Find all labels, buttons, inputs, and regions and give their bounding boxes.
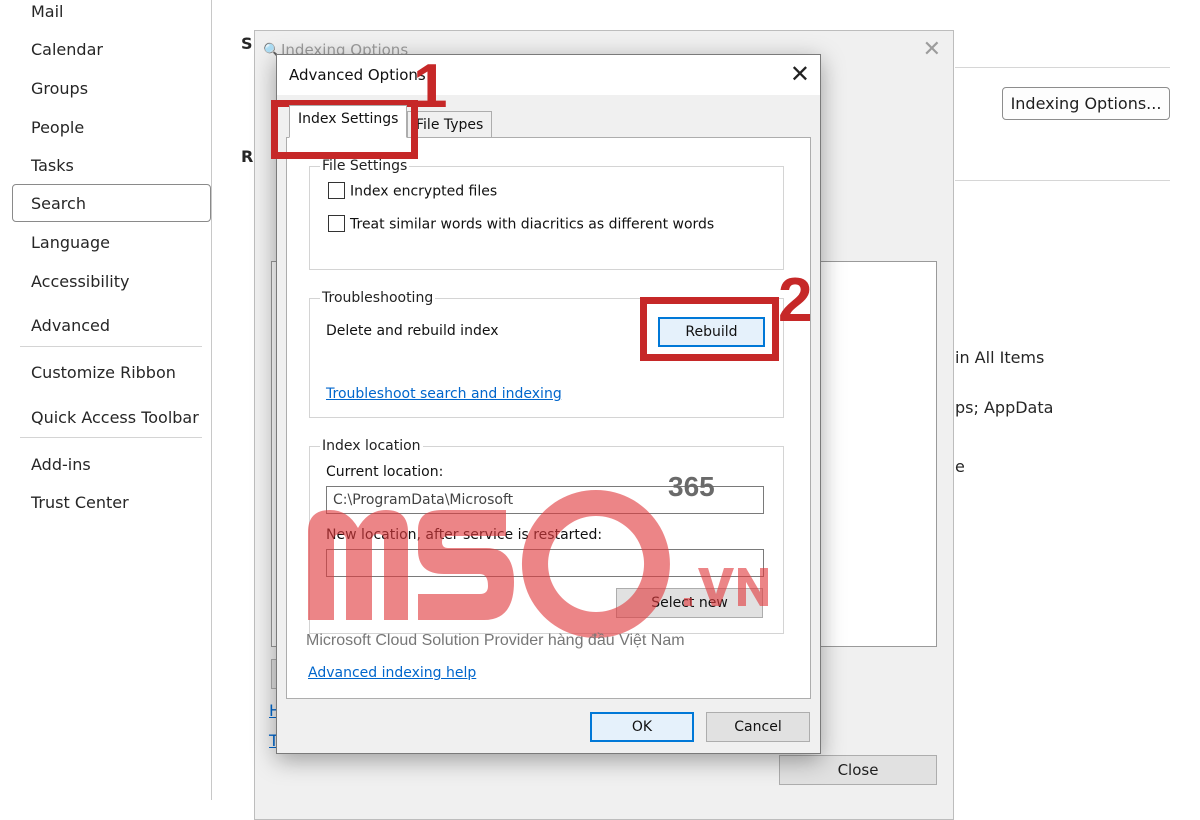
checkbox[interactable] xyxy=(328,182,345,199)
select-new-button[interactable]: Select new xyxy=(616,588,763,618)
group-label: Troubleshooting xyxy=(320,289,436,307)
sidebar-divider xyxy=(20,437,202,438)
current-location-field: C:\ProgramData\Microsoft xyxy=(326,486,764,514)
sidebar-item-groups[interactable]: Groups xyxy=(12,69,211,107)
chevron-icon: › xyxy=(250,0,256,5)
sidebar-item-search[interactable]: Search xyxy=(12,184,211,222)
sidebar-item-customize-ribbon[interactable]: Customize Ribbon xyxy=(12,353,211,391)
group-label: Index location xyxy=(320,437,423,455)
sidebar-item-calendar[interactable]: Calendar xyxy=(12,30,211,68)
cancel-button[interactable]: Cancel xyxy=(706,712,810,742)
section-divider xyxy=(955,67,1170,68)
status-text: e xyxy=(955,457,965,476)
options-sidebar: Mail Calendar Groups People Tasks Search… xyxy=(0,0,212,800)
include-results-text: in All Items xyxy=(955,348,1045,367)
advanced-indexing-help-link[interactable]: Advanced indexing help xyxy=(308,665,476,681)
new-location-field xyxy=(326,549,764,577)
ok-button[interactable]: OK xyxy=(590,712,694,742)
close-icon[interactable]: ✕ xyxy=(923,37,941,62)
close-icon[interactable]: ✕ xyxy=(790,59,810,89)
checkbox[interactable] xyxy=(328,215,345,232)
close-button[interactable]: Close xyxy=(779,755,937,785)
sidebar-item-mail[interactable]: Mail xyxy=(12,0,211,30)
tab-index-settings[interactable]: Index Settings xyxy=(289,105,408,138)
checkbox-label: Index encrypted files xyxy=(350,183,498,200)
sidebar-item-advanced[interactable]: Advanced xyxy=(12,306,211,344)
sidebar-item-language[interactable]: Language xyxy=(12,223,211,261)
dialog-title: Advanced Options xyxy=(289,66,426,84)
sidebar-item-accessibility[interactable]: Accessibility xyxy=(12,262,211,300)
section-divider xyxy=(955,180,1170,181)
group-label: File Settings xyxy=(320,157,410,175)
new-location-label: New location, after service is restarted… xyxy=(326,527,603,543)
index-settings-panel: File Settings Index encrypted files Trea… xyxy=(286,137,811,699)
highlight-box-rebuild xyxy=(640,297,779,361)
troubleshoot-search-link[interactable]: Troubleshoot search and indexing xyxy=(326,386,562,402)
watermark-tagline: Microsoft Cloud Solution Provider hàng đ… xyxy=(306,632,685,649)
index-encrypted-row[interactable]: Index encrypted files xyxy=(328,182,498,200)
title-bar: Advanced Options ✕ xyxy=(277,55,820,95)
step-number-1: 1 xyxy=(413,52,448,121)
section-heading-results: R xyxy=(241,147,254,166)
index-location-group: Index location Current location: C:\Prog… xyxy=(309,437,784,634)
treat-diacritics-row[interactable]: Treat similar words with diacritics as d… xyxy=(328,215,715,233)
section-heading-sources: S xyxy=(241,34,253,53)
sidebar-item-trust-center[interactable]: Trust Center xyxy=(12,483,211,521)
file-settings-group: File Settings Index encrypted files Trea… xyxy=(309,157,784,270)
excluded-locations-text: ps; AppData xyxy=(955,398,1054,417)
sidebar-item-tasks[interactable]: Tasks xyxy=(12,146,211,184)
current-location-label: Current location: xyxy=(326,464,444,480)
step-number-2: 2 xyxy=(778,266,813,335)
delete-rebuild-label: Delete and rebuild index xyxy=(326,323,499,339)
checkbox-label: Treat similar words with diacritics as d… xyxy=(350,216,715,233)
sidebar-item-people[interactable]: People xyxy=(12,108,211,146)
sidebar-item-quick-access-toolbar[interactable]: Quick Access Toolbar xyxy=(12,398,211,436)
sidebar-divider xyxy=(20,346,202,347)
sidebar-item-add-ins[interactable]: Add-ins xyxy=(12,445,211,483)
indexing-options-button[interactable]: Indexing Options... xyxy=(1002,87,1170,120)
